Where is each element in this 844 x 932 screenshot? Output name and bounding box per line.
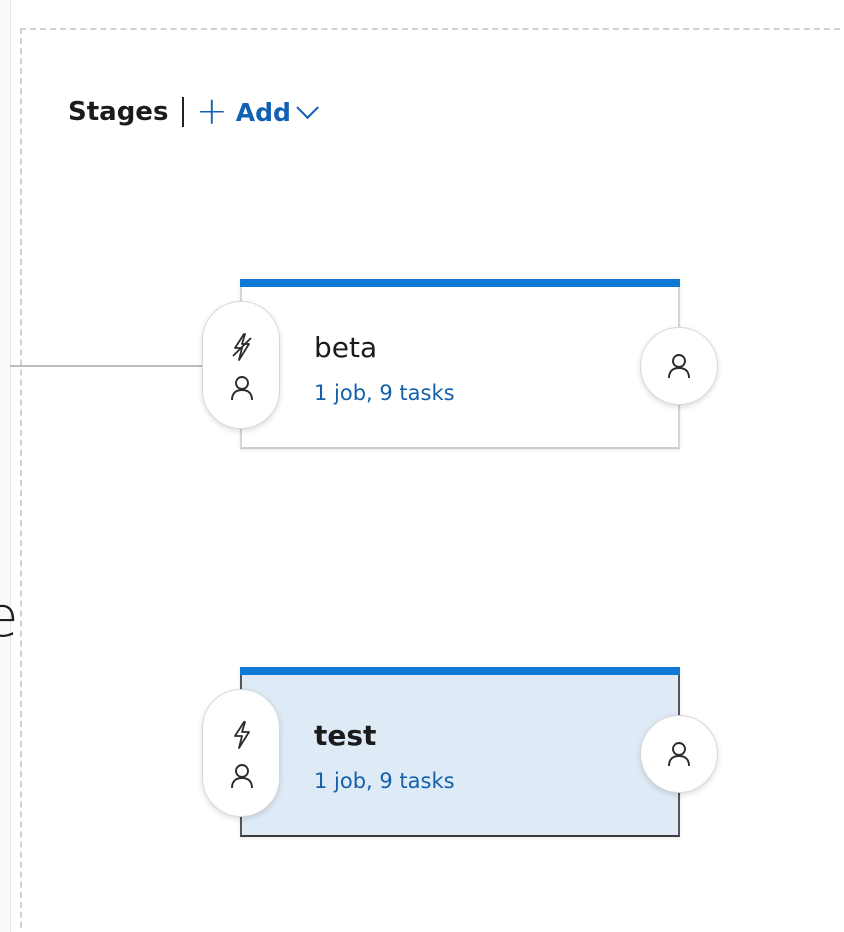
add-stage-button[interactable]: + Add [195,89,319,133]
pre-deployment-conditions[interactable] [202,689,280,817]
person-icon [668,742,690,767]
left-panel-edge [0,0,11,932]
stage-summary-link[interactable]: 1 job, 9 tasks [314,381,455,405]
stage-summary-link[interactable]: 1 job, 9 tasks [314,769,455,793]
add-label: Add [235,97,291,127]
lightning-disabled-icon[interactable] [230,332,254,362]
header-separator [182,97,184,127]
stage-accent-bar [240,279,680,287]
partial-text: e [0,585,19,650]
stages-title: Stages [68,97,169,127]
artifact-connector-line [10,365,208,367]
release-pipeline-stages-view: e Stages + Add beta 1 job, 9 tasks test … [0,0,844,932]
stage-card-beta[interactable]: beta 1 job, 9 tasks [202,279,718,449]
stage-accent-bar [240,667,680,675]
pre-deployment-conditions[interactable] [202,301,280,429]
plus-icon: + [195,89,228,133]
stage-name[interactable]: test [314,719,376,752]
post-deployment-conditions[interactable] [640,715,718,793]
stage-card-test[interactable]: test 1 job, 9 tasks [202,667,718,837]
stage-name[interactable]: beta [314,331,377,364]
stages-header: Stages + Add [68,89,319,133]
lightning-icon[interactable] [230,720,254,750]
chevron-down-icon[interactable] [296,96,319,120]
person-icon[interactable] [228,762,256,790]
person-icon [668,354,690,379]
person-icon[interactable] [228,374,256,402]
post-deployment-conditions[interactable] [640,327,718,405]
